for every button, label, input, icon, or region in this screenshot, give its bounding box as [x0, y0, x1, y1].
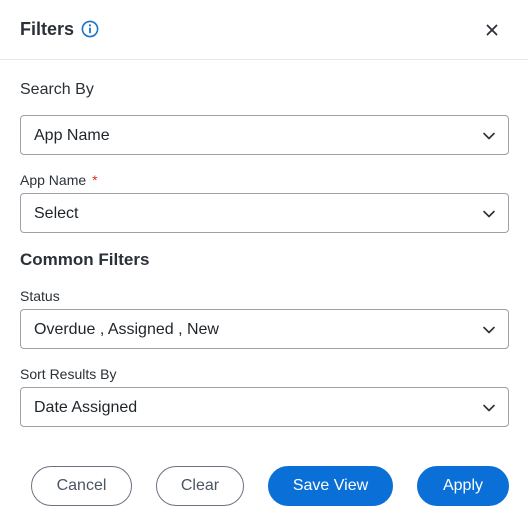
app-name-label-text: App Name [20, 172, 87, 188]
app-name-value: Select [34, 205, 79, 222]
status-value: Overdue , Assigned , New [34, 321, 219, 338]
chevron-down-icon [483, 210, 495, 218]
dialog-title: Filters [20, 19, 75, 39]
app-name-select[interactable]: Select [20, 193, 509, 233]
common-filters-heading: Common Filters [20, 250, 150, 269]
save-view-button[interactable]: Save View [268, 466, 393, 506]
search-by-value: App Name [34, 127, 110, 144]
status-label: Status [20, 288, 60, 304]
sort-results-select[interactable]: Date Assigned [20, 387, 509, 427]
info-icon[interactable] [81, 20, 99, 38]
search-by-label: Search By [20, 81, 94, 98]
clear-button[interactable]: Clear [156, 466, 244, 506]
sort-results-label: Sort Results By [20, 366, 117, 382]
apply-button[interactable]: Apply [417, 466, 509, 506]
chevron-down-icon [483, 404, 495, 412]
close-icon [486, 24, 498, 36]
cancel-button[interactable]: Cancel [31, 466, 132, 506]
chevron-down-icon [483, 326, 495, 334]
required-marker: * [92, 172, 98, 188]
dialog-header: Filters [0, 0, 528, 60]
chevron-down-icon [483, 132, 495, 140]
app-name-label: App Name * [20, 171, 98, 189]
search-by-select[interactable]: App Name [20, 115, 509, 155]
status-select[interactable]: Overdue , Assigned , New [20, 309, 509, 349]
sort-results-value: Date Assigned [34, 399, 138, 416]
close-button[interactable] [480, 18, 504, 42]
